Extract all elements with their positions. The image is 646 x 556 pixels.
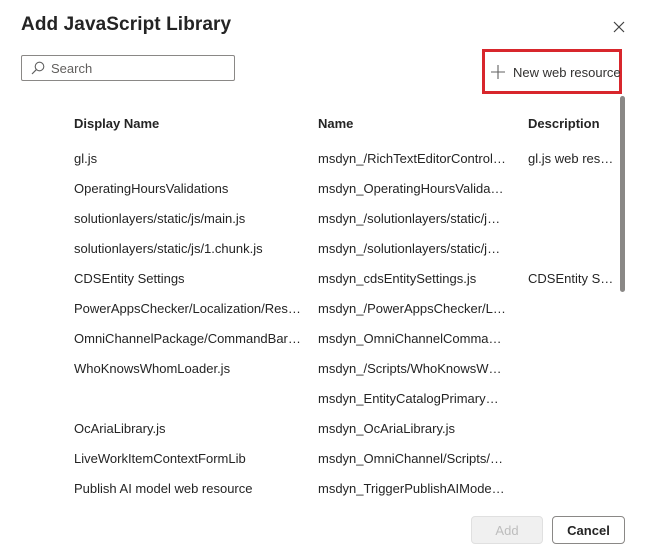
cell-display-name: CDSEntity Settings <box>74 271 185 286</box>
table-row[interactable]: OcAriaLibrary.js msdyn_OcAriaLibrary.js <box>0 413 618 443</box>
plus-icon <box>491 65 505 79</box>
table-row[interactable]: msdyn_EntityCatalogPrimaryField <box>0 383 618 413</box>
table-row[interactable]: CDSEntity Settings msdyn_cdsEntitySettin… <box>0 263 618 293</box>
cell-display-name: WhoKnowsWhomLoader.js <box>74 361 231 376</box>
table-row[interactable]: gl.js msdyn_/RichTextEditorControl/li...… <box>0 143 618 173</box>
cell-display-name: gl.js <box>74 151 98 166</box>
table-row[interactable]: OmniChannelPackage/CommandBarAc... msdyn… <box>0 323 618 353</box>
grid-body: gl.js msdyn_/RichTextEditorControl/li...… <box>0 143 618 503</box>
grid-header: Display Name Name Description <box>0 110 618 138</box>
cell-display-name: OperatingHoursValidations <box>74 181 229 196</box>
cell-name: msdyn_/RichTextEditorControl/li... <box>318 151 506 166</box>
new-web-resource-button[interactable]: New web resource <box>490 60 621 84</box>
cell-name: msdyn_/solutionlayers/static/js/... <box>318 211 506 226</box>
column-header-description[interactable]: Description <box>528 116 600 131</box>
cell-name: msdyn_OmniChannel/Scripts/Liv... <box>318 451 506 466</box>
cell-name: msdyn_TriggerPublishAIModel.js <box>318 481 506 496</box>
cell-display-name: OcAriaLibrary.js <box>74 421 166 436</box>
close-button[interactable] <box>606 14 632 40</box>
table-row[interactable]: solutionlayers/static/js/main.js msdyn_/… <box>0 203 618 233</box>
cell-name: msdyn_/Scripts/WhoKnowsWho... <box>318 361 506 376</box>
search-input-container[interactable] <box>21 55 235 81</box>
add-javascript-library-dialog: Add JavaScript Library New web resource … <box>0 0 646 556</box>
table-row[interactable]: LiveWorkItemContextFormLib msdyn_OmniCha… <box>0 443 618 473</box>
cell-name: msdyn_cdsEntitySettings.js <box>318 271 477 286</box>
search-input[interactable] <box>51 60 221 76</box>
table-row[interactable]: Publish AI model web resource msdyn_Trig… <box>0 473 618 503</box>
cancel-button[interactable]: Cancel <box>552 516 625 544</box>
cell-display-name: solutionlayers/static/js/main.js <box>74 211 246 226</box>
table-row[interactable]: WhoKnowsWhomLoader.js msdyn_/Scripts/Who… <box>0 353 618 383</box>
column-header-name[interactable]: Name <box>318 116 353 131</box>
cell-display-name: solutionlayers/static/js/1.chunk.js <box>74 241 263 256</box>
add-button[interactable]: Add <box>471 516 543 544</box>
cell-description: CDSEntity Sett... <box>528 271 618 286</box>
cell-display-name: PowerAppsChecker/Localization/Resou... <box>74 301 304 316</box>
new-web-resource-label: New web resource <box>513 64 621 80</box>
table-row[interactable]: solutionlayers/static/js/1.chunk.js msdy… <box>0 233 618 263</box>
scrollbar-thumb[interactable] <box>620 96 625 292</box>
column-header-display-name[interactable]: Display Name <box>74 116 159 131</box>
cell-name: msdyn_OperatingHoursValidatio... <box>318 181 506 196</box>
cell-name: msdyn_OmniChannelCommandB... <box>318 331 506 346</box>
cell-name: msdyn_/solutionlayers/static/js/1... <box>318 241 506 256</box>
cell-name: msdyn_OcAriaLibrary.js <box>318 421 456 436</box>
cell-display-name: Publish AI model web resource <box>74 481 253 496</box>
cell-description: gl.js web reso... <box>528 151 618 166</box>
table-row[interactable]: OperatingHoursValidations msdyn_Operatin… <box>0 173 618 203</box>
dialog-title: Add JavaScript Library <box>21 14 232 35</box>
close-icon <box>613 21 625 33</box>
cell-display-name: LiveWorkItemContextFormLib <box>74 451 246 466</box>
table-row[interactable]: PowerAppsChecker/Localization/Resou... m… <box>0 293 618 323</box>
search-icon <box>31 61 45 75</box>
cell-display-name: OmniChannelPackage/CommandBarAc... <box>74 331 304 346</box>
cell-name: msdyn_/PowerAppsChecker/Loca... <box>318 301 506 316</box>
cell-name: msdyn_EntityCatalogPrimaryField <box>318 391 506 406</box>
